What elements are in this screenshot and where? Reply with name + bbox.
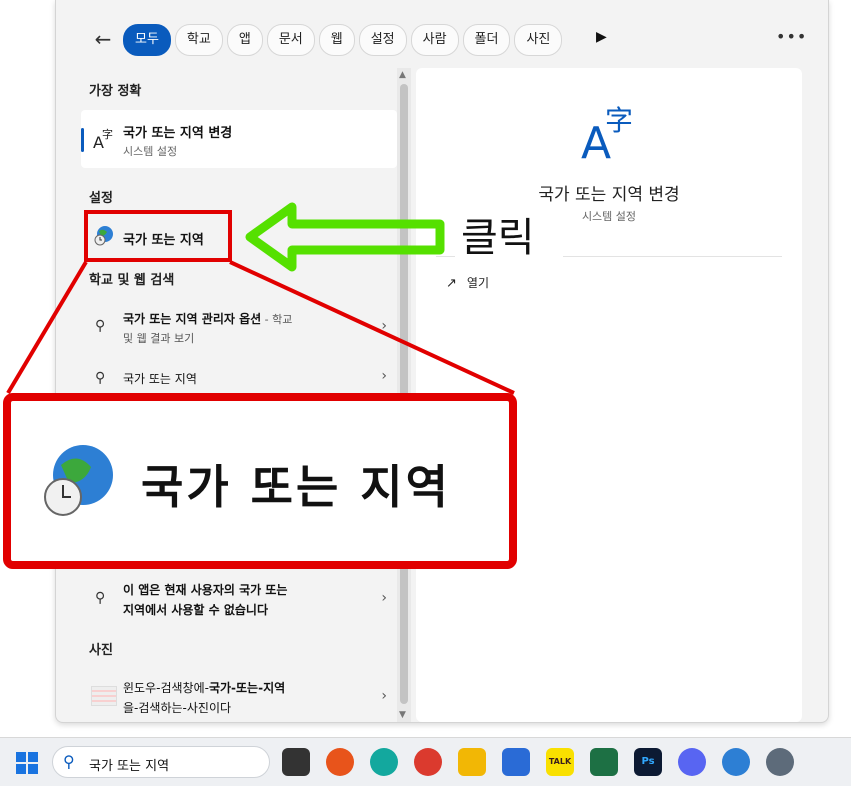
taskbar: ⚲ 국가 또는 지역 TALK Ps [0, 737, 851, 786]
zoom-label: 국가 또는 지역 [141, 460, 451, 514]
globe-clock-icon[interactable] [722, 748, 750, 776]
search-icon: ⚲ [63, 752, 75, 771]
kakaotalk-icon[interactable]: TALK [546, 748, 574, 776]
globe-clock-large-icon [44, 445, 113, 516]
taskbar-search-input[interactable]: ⚲ 국가 또는 지역 [52, 746, 270, 778]
annotation-click-label: 클릭 [461, 215, 535, 261]
zoom-callout: 국가 또는 지역 [3, 393, 517, 569]
discord-icon[interactable] [678, 748, 706, 776]
firefox-icon[interactable] [326, 748, 354, 776]
photoshop-icon[interactable]: Ps [634, 748, 662, 776]
highlight-box [84, 210, 232, 262]
task-view-icon[interactable] [282, 748, 310, 776]
chrome-icon[interactable] [414, 748, 442, 776]
windows-start-icon[interactable] [16, 752, 38, 774]
zoom-line-right [229, 260, 515, 395]
taskbar-search-value: 국가 또는 지역 [89, 759, 170, 774]
settings-gear-icon[interactable] [766, 748, 794, 776]
file-explorer-icon[interactable] [458, 748, 486, 776]
green-arrow-icon [245, 202, 445, 272]
app-icon[interactable] [370, 748, 398, 776]
zoom-line-left [6, 260, 88, 395]
excel-icon[interactable] [590, 748, 618, 776]
annotation-click-box: 클릭 [455, 212, 563, 264]
notepad-icon[interactable] [502, 748, 530, 776]
